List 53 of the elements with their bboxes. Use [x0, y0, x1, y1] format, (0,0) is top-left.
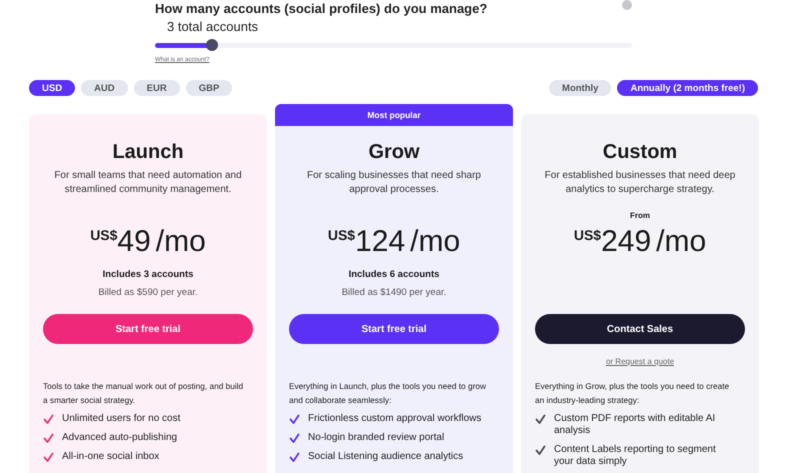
popular-banner: Most popular	[275, 104, 513, 126]
currency-label: US$	[90, 226, 118, 245]
billing-note: Billed as $590 per year.	[98, 286, 198, 300]
question-heading: How many accounts (social profiles) do you manage?	[155, 1, 488, 16]
account-count-label: 3 total accounts	[167, 19, 260, 35]
plan-title: Launch	[112, 140, 184, 164]
feature-text: Advanced auto-publishing	[62, 432, 178, 444]
plan-description: For scaling businesses that need sharp approval processes.	[306, 169, 482, 197]
check-icon	[289, 452, 300, 463]
billing-toggle[interactable]: Monthly	[549, 80, 612, 96]
price-amount: 49	[117, 224, 151, 260]
feature-text: Unlimited users for no cost	[62, 413, 182, 425]
slider-thumb[interactable]	[206, 39, 218, 51]
included-accounts: Includes 3 accounts	[102, 268, 194, 282]
plan-title: Grow	[368, 140, 420, 164]
plan-cta-button[interactable]: Start free trial	[289, 314, 499, 344]
feature-text: All-in-one social inbox	[62, 451, 160, 463]
plan-cta-button[interactable]: Contact Sales	[535, 314, 745, 344]
included-accounts: Includes 6 accounts	[348, 268, 440, 282]
check-icon	[43, 452, 54, 463]
price-period: /mo	[156, 224, 206, 260]
check-icon	[43, 414, 54, 425]
features-intro: Everything in Grow, plus the tools you need to create an industry-leading strategy:	[535, 380, 730, 407]
feature-text: No-login branded review portal	[308, 432, 446, 444]
check-icon	[289, 414, 300, 425]
price-period: /mo	[656, 224, 706, 260]
features-intro: Everything in Launch, plus the tools you need to grow and collaborate seamlessly:	[289, 380, 487, 407]
price-amount: 249	[601, 224, 652, 260]
request-quote-link[interactable]: or Request a quote	[606, 357, 674, 366]
feature-text: Content Labels reporting to segment your data simply	[554, 444, 717, 468]
billing-note: Billed as $1490 per year.	[342, 286, 446, 300]
plan-cta-button[interactable]: Start free trial	[43, 314, 253, 344]
features-intro: Tools to take the manual work out of posting, and build a smarter social strategy.	[43, 380, 244, 407]
plan-description: For established businesses that need deep analytics to supercharge strategy.	[544, 169, 736, 197]
feature-text: Frictionless custom approval workflows	[308, 413, 482, 425]
currency-toggle[interactable]: USD	[29, 80, 76, 96]
plan-title: Custom	[602, 140, 678, 164]
feature-text: Social Listening audience analytics	[308, 451, 464, 463]
currency-label: US$	[574, 226, 602, 245]
billing-toggle[interactable]: Annually (2 months free!)	[617, 80, 758, 96]
check-icon	[535, 414, 546, 425]
currency-toggle[interactable]: GBP	[186, 80, 232, 96]
currency-toggle[interactable]: AUD	[81, 80, 128, 96]
plan-description: For small teams that need automation and streamlined community management.	[53, 169, 243, 197]
feature-text: Custom PDF reports with editable AI analysis	[554, 413, 716, 437]
price-period: /mo	[410, 224, 460, 260]
check-icon	[535, 445, 546, 456]
price-prefix: From	[630, 210, 650, 222]
currency-label: US$	[328, 226, 356, 245]
check-icon	[43, 433, 54, 444]
check-icon	[289, 433, 300, 444]
price-amount: 124	[355, 224, 406, 260]
currency-toggle[interactable]: EUR	[134, 80, 180, 96]
